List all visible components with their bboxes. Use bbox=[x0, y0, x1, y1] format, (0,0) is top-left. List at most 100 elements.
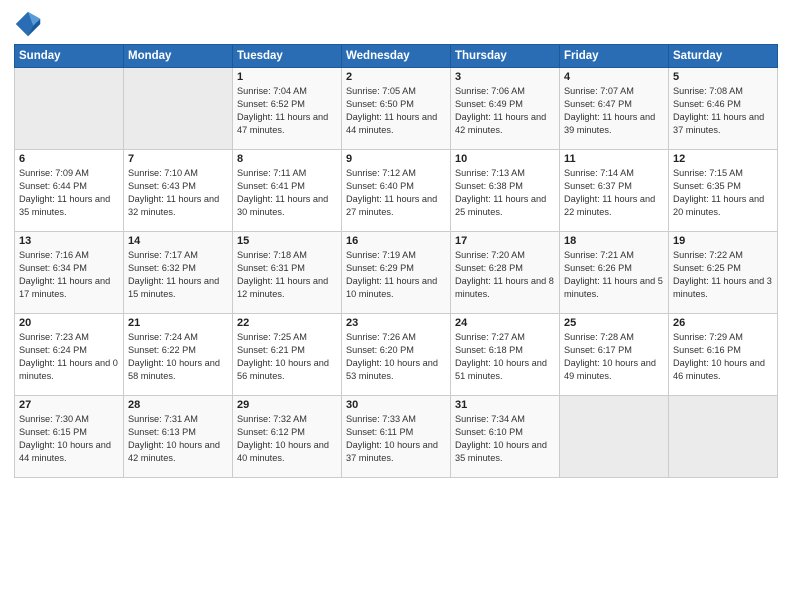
day-cell: 3 Sunrise: 7:06 AM Sunset: 6:49 PM Daylig… bbox=[451, 68, 560, 150]
day-info: Sunrise: 7:13 AM Sunset: 6:38 PM Dayligh… bbox=[455, 167, 555, 219]
day-cell: 6 Sunrise: 7:09 AM Sunset: 6:44 PM Daylig… bbox=[15, 150, 124, 232]
day-info: Sunrise: 7:23 AM Sunset: 6:24 PM Dayligh… bbox=[19, 331, 119, 383]
day-info: Sunrise: 7:15 AM Sunset: 6:35 PM Dayligh… bbox=[673, 167, 773, 219]
day-info: Sunrise: 7:10 AM Sunset: 6:43 PM Dayligh… bbox=[128, 167, 228, 219]
day-info: Sunrise: 7:30 AM Sunset: 6:15 PM Dayligh… bbox=[19, 413, 119, 465]
day-cell: 28 Sunrise: 7:31 AM Sunset: 6:13 PM Dayli… bbox=[124, 396, 233, 478]
day-info: Sunrise: 7:06 AM Sunset: 6:49 PM Dayligh… bbox=[455, 85, 555, 137]
day-number: 4 bbox=[564, 71, 664, 83]
day-info: Sunrise: 7:21 AM Sunset: 6:26 PM Dayligh… bbox=[564, 249, 664, 301]
day-number: 23 bbox=[346, 317, 446, 329]
day-info: Sunrise: 7:19 AM Sunset: 6:29 PM Dayligh… bbox=[346, 249, 446, 301]
week-row-5: 27 Sunrise: 7:30 AM Sunset: 6:15 PM Dayli… bbox=[15, 396, 778, 478]
day-cell: 18 Sunrise: 7:21 AM Sunset: 6:26 PM Dayli… bbox=[560, 232, 669, 314]
day-cell: 29 Sunrise: 7:32 AM Sunset: 6:12 PM Dayli… bbox=[233, 396, 342, 478]
day-cell: 9 Sunrise: 7:12 AM Sunset: 6:40 PM Daylig… bbox=[342, 150, 451, 232]
week-row-2: 6 Sunrise: 7:09 AM Sunset: 6:44 PM Daylig… bbox=[15, 150, 778, 232]
day-number: 13 bbox=[19, 235, 119, 247]
day-info: Sunrise: 7:05 AM Sunset: 6:50 PM Dayligh… bbox=[346, 85, 446, 137]
day-number: 3 bbox=[455, 71, 555, 83]
day-cell bbox=[15, 68, 124, 150]
logo-icon bbox=[14, 10, 42, 38]
day-info: Sunrise: 7:04 AM Sunset: 6:52 PM Dayligh… bbox=[237, 85, 337, 137]
day-info: Sunrise: 7:31 AM Sunset: 6:13 PM Dayligh… bbox=[128, 413, 228, 465]
day-number: 2 bbox=[346, 71, 446, 83]
day-info: Sunrise: 7:11 AM Sunset: 6:41 PM Dayligh… bbox=[237, 167, 337, 219]
day-info: Sunrise: 7:33 AM Sunset: 6:11 PM Dayligh… bbox=[346, 413, 446, 465]
header bbox=[14, 10, 778, 38]
day-cell: 1 Sunrise: 7:04 AM Sunset: 6:52 PM Daylig… bbox=[233, 68, 342, 150]
day-number: 14 bbox=[128, 235, 228, 247]
day-number: 8 bbox=[237, 153, 337, 165]
day-cell: 21 Sunrise: 7:24 AM Sunset: 6:22 PM Dayli… bbox=[124, 314, 233, 396]
day-header-sunday: Sunday bbox=[15, 45, 124, 68]
day-number: 11 bbox=[564, 153, 664, 165]
day-info: Sunrise: 7:24 AM Sunset: 6:22 PM Dayligh… bbox=[128, 331, 228, 383]
day-info: Sunrise: 7:32 AM Sunset: 6:12 PM Dayligh… bbox=[237, 413, 337, 465]
day-number: 16 bbox=[346, 235, 446, 247]
day-number: 15 bbox=[237, 235, 337, 247]
day-info: Sunrise: 7:16 AM Sunset: 6:34 PM Dayligh… bbox=[19, 249, 119, 301]
day-header-monday: Monday bbox=[124, 45, 233, 68]
day-info: Sunrise: 7:25 AM Sunset: 6:21 PM Dayligh… bbox=[237, 331, 337, 383]
day-number: 12 bbox=[673, 153, 773, 165]
day-cell: 27 Sunrise: 7:30 AM Sunset: 6:15 PM Dayli… bbox=[15, 396, 124, 478]
day-cell: 26 Sunrise: 7:29 AM Sunset: 6:16 PM Dayli… bbox=[669, 314, 778, 396]
day-number: 22 bbox=[237, 317, 337, 329]
day-cell: 17 Sunrise: 7:20 AM Sunset: 6:28 PM Dayli… bbox=[451, 232, 560, 314]
day-number: 18 bbox=[564, 235, 664, 247]
day-cell: 5Sunrise: 7:08 AM Sunset: 6:46 PM Daylig… bbox=[669, 68, 778, 150]
day-info: Sunrise: 7:20 AM Sunset: 6:28 PM Dayligh… bbox=[455, 249, 555, 301]
day-cell: 15 Sunrise: 7:18 AM Sunset: 6:31 PM Dayli… bbox=[233, 232, 342, 314]
day-info: Sunrise: 7:12 AM Sunset: 6:40 PM Dayligh… bbox=[346, 167, 446, 219]
day-number: 7 bbox=[128, 153, 228, 165]
day-cell bbox=[560, 396, 669, 478]
day-cell: 16 Sunrise: 7:19 AM Sunset: 6:29 PM Dayli… bbox=[342, 232, 451, 314]
day-cell: 11 Sunrise: 7:14 AM Sunset: 6:37 PM Dayli… bbox=[560, 150, 669, 232]
day-header-saturday: Saturday bbox=[669, 45, 778, 68]
day-number: 28 bbox=[128, 399, 228, 411]
day-info: Sunrise: 7:26 AM Sunset: 6:20 PM Dayligh… bbox=[346, 331, 446, 383]
day-info: Sunrise: 7:07 AM Sunset: 6:47 PM Dayligh… bbox=[564, 85, 664, 137]
day-number: 30 bbox=[346, 399, 446, 411]
day-cell: 31Sunrise: 7:34 AM Sunset: 6:10 PM Dayli… bbox=[451, 396, 560, 478]
day-info: Sunrise: 7:29 AM Sunset: 6:16 PM Dayligh… bbox=[673, 331, 773, 383]
day-info: Sunrise: 7:14 AM Sunset: 6:37 PM Dayligh… bbox=[564, 167, 664, 219]
day-number: 19 bbox=[673, 235, 773, 247]
day-cell bbox=[124, 68, 233, 150]
day-number: 31 bbox=[455, 399, 555, 411]
day-cell: 23 Sunrise: 7:26 AM Sunset: 6:20 PM Dayli… bbox=[342, 314, 451, 396]
day-info: Sunrise: 7:28 AM Sunset: 6:17 PM Dayligh… bbox=[564, 331, 664, 383]
calendar-table: SundayMondayTuesdayWednesdayThursdayFrid… bbox=[14, 44, 778, 478]
day-cell: 10Sunrise: 7:13 AM Sunset: 6:38 PM Dayli… bbox=[451, 150, 560, 232]
day-number: 24 bbox=[455, 317, 555, 329]
day-cell bbox=[669, 396, 778, 478]
day-number: 25 bbox=[564, 317, 664, 329]
page: SundayMondayTuesdayWednesdayThursdayFrid… bbox=[0, 0, 792, 612]
day-info: Sunrise: 7:22 AM Sunset: 6:25 PM Dayligh… bbox=[673, 249, 773, 301]
day-cell: 8 Sunrise: 7:11 AM Sunset: 6:41 PM Daylig… bbox=[233, 150, 342, 232]
day-header-thursday: Thursday bbox=[451, 45, 560, 68]
day-info: Sunrise: 7:09 AM Sunset: 6:44 PM Dayligh… bbox=[19, 167, 119, 219]
header-row: SundayMondayTuesdayWednesdayThursdayFrid… bbox=[15, 45, 778, 68]
day-info: Sunrise: 7:27 AM Sunset: 6:18 PM Dayligh… bbox=[455, 331, 555, 383]
day-cell: 12 Sunrise: 7:15 AM Sunset: 6:35 PM Dayli… bbox=[669, 150, 778, 232]
day-number: 9 bbox=[346, 153, 446, 165]
day-number: 17 bbox=[455, 235, 555, 247]
day-cell: 19 Sunrise: 7:22 AM Sunset: 6:25 PM Dayli… bbox=[669, 232, 778, 314]
week-row-1: 1 Sunrise: 7:04 AM Sunset: 6:52 PM Daylig… bbox=[15, 68, 778, 150]
day-number: 26 bbox=[673, 317, 773, 329]
day-cell: 24 Sunrise: 7:27 AM Sunset: 6:18 PM Dayli… bbox=[451, 314, 560, 396]
day-number: 21 bbox=[128, 317, 228, 329]
day-number: 1 bbox=[237, 71, 337, 83]
day-cell: 25 Sunrise: 7:28 AM Sunset: 6:17 PM Dayli… bbox=[560, 314, 669, 396]
day-number: 20 bbox=[19, 317, 119, 329]
day-number: 27 bbox=[19, 399, 119, 411]
day-info: Sunrise: 7:18 AM Sunset: 6:31 PM Dayligh… bbox=[237, 249, 337, 301]
day-number: 29 bbox=[237, 399, 337, 411]
day-header-friday: Friday bbox=[560, 45, 669, 68]
day-number: 6 bbox=[19, 153, 119, 165]
day-number: 5 bbox=[673, 71, 773, 83]
logo bbox=[14, 10, 46, 38]
day-header-wednesday: Wednesday bbox=[342, 45, 451, 68]
